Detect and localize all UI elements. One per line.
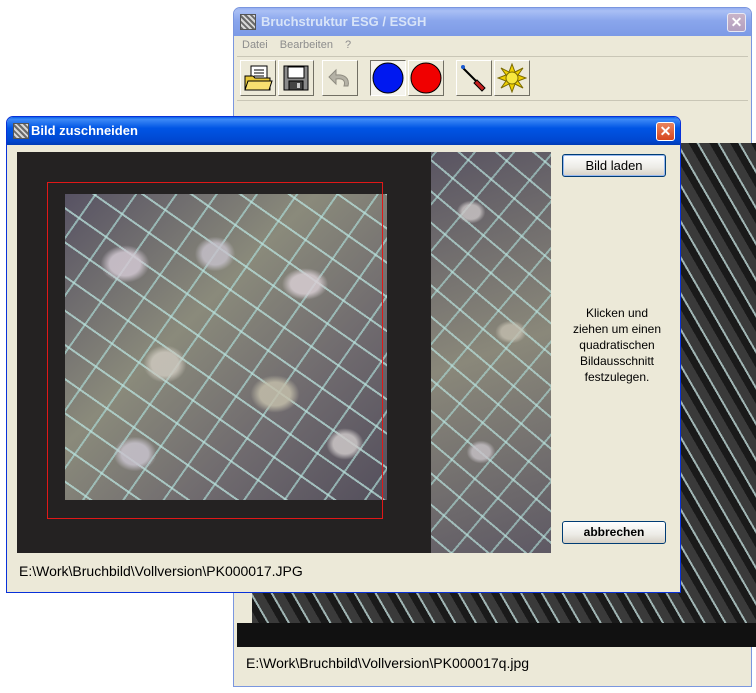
crop-instructions: Klicken und ziehen um einen quadratische… <box>555 305 679 385</box>
dialog-file-path: E:\Work\Bruchbild\Vollversion\PK000017.J… <box>19 563 303 579</box>
save-button[interactable] <box>278 60 314 96</box>
dialog-title: Bild zuschneiden <box>31 123 138 138</box>
hint-line: festzulegen. <box>584 370 650 384</box>
cancel-button[interactable]: abbrechen <box>562 521 666 544</box>
open-button[interactable] <box>240 60 276 96</box>
menu-bearbeiten[interactable]: Bearbeiten <box>280 36 333 55</box>
brightness-button[interactable] <box>494 60 530 96</box>
status-file-path: E:\Work\Bruchbild\Vollversion\PK000017q.… <box>246 655 530 671</box>
hint-line: Klicken und <box>585 306 649 320</box>
main-window-title: Bruchstruktur ESG / ESGH <box>261 14 427 29</box>
app-icon <box>240 14 256 30</box>
crop-dialog: Bild zuschneiden ✕ Bild laden Klicken un… <box>6 116 681 593</box>
menu-datei[interactable]: Datei <box>242 36 268 55</box>
pen-tool-button[interactable] <box>456 60 492 96</box>
toolbar <box>237 58 748 101</box>
pen-tool-icon <box>461 65 486 92</box>
hint-line: Bildausschnitt <box>579 354 655 368</box>
dialog-close-button[interactable]: ✕ <box>656 122 675 141</box>
red-circle-icon <box>410 62 442 94</box>
open-folder-icon <box>244 65 273 91</box>
menu-help[interactable]: ? <box>345 36 351 55</box>
menu-bar: Datei Bearbeiten ? <box>237 36 748 57</box>
sun-icon <box>497 63 527 93</box>
blue-circle-icon <box>372 62 404 94</box>
undo-arrow-icon <box>328 68 349 87</box>
crop-selection-rectangle[interactable] <box>47 182 383 519</box>
dialog-app-icon <box>13 123 29 139</box>
hint-line: quadratischen <box>579 338 655 352</box>
hint-line: ziehen um einen <box>572 322 662 336</box>
main-window-close-button[interactable]: ✕ <box>727 13 746 32</box>
load-image-button[interactable]: Bild laden <box>562 154 666 177</box>
save-disk-icon <box>283 65 309 91</box>
glass-fracture-strip <box>431 152 551 553</box>
red-color-button[interactable] <box>408 60 444 96</box>
blue-color-button[interactable] <box>370 60 406 96</box>
dialog-titlebar[interactable]: Bild zuschneiden ✕ <box>7 117 680 145</box>
main-window-titlebar[interactable]: Bruchstruktur ESG / ESGH ✕ <box>234 8 751 36</box>
undo-button[interactable] <box>322 60 358 96</box>
crop-image-canvas[interactable] <box>17 152 551 553</box>
